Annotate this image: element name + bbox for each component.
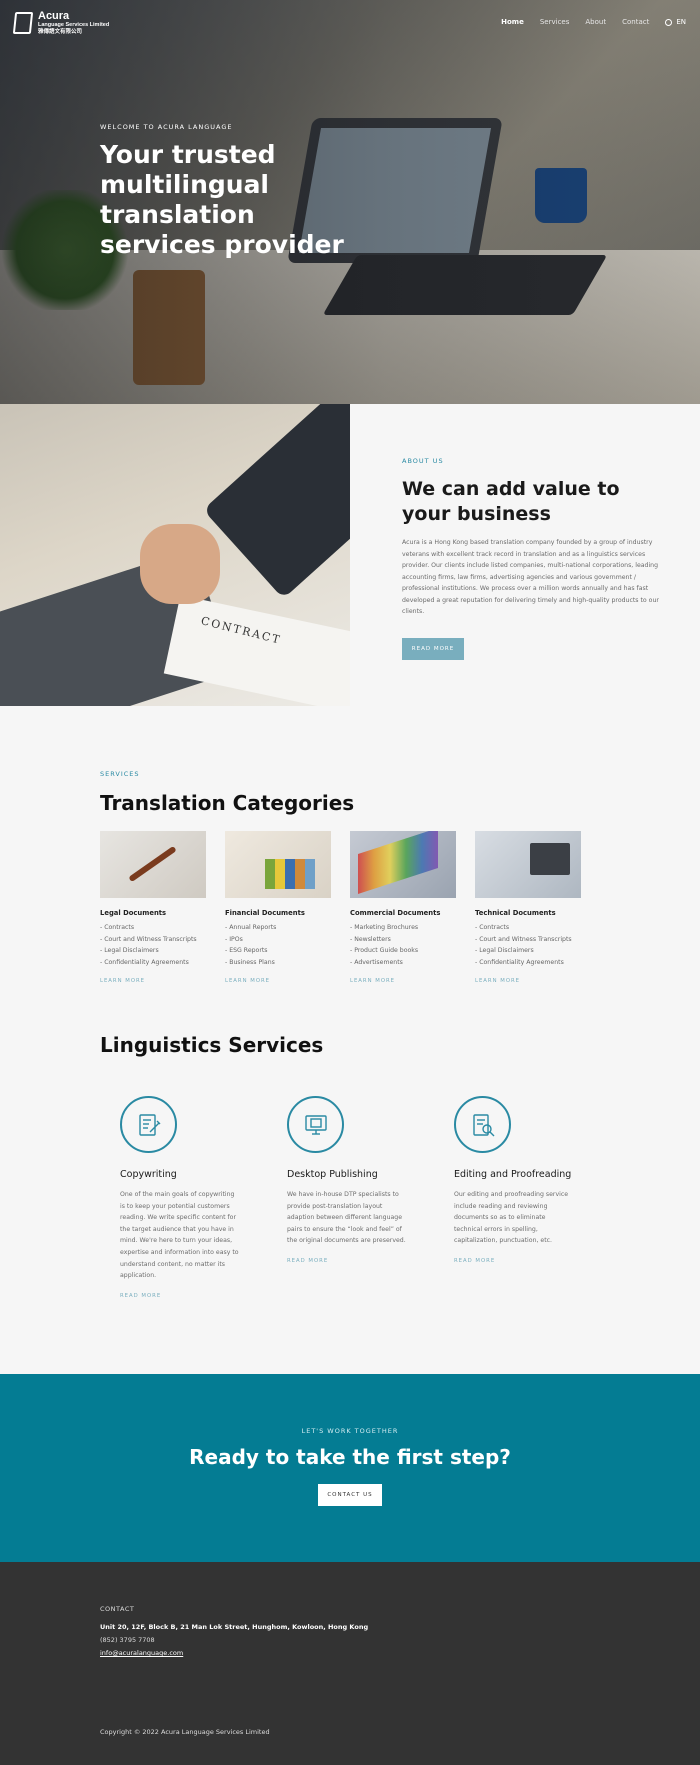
linguistics-title: Linguistics Services (100, 1033, 324, 1057)
main-nav: Home Services About Contact EN (501, 18, 686, 26)
card-title: Commercial Documents (350, 909, 441, 917)
about-title: We can add value to your business (402, 478, 620, 525)
service-cards: Legal Documents - Contracts - Court and … (100, 831, 620, 984)
footer-email-link[interactable]: info@acuralanguage.com (100, 1649, 368, 1657)
proofreading-icon (454, 1096, 511, 1153)
linguistics-card-title: Desktop Publishing (287, 1169, 378, 1180)
service-card-technical: Technical Documents - Contracts - Court … (475, 831, 581, 984)
hero-kicker: WELCOME TO ACURA LANGUAGE (100, 123, 233, 131)
copywriting-icon (120, 1096, 177, 1153)
read-more-link[interactable]: READ MORE (287, 1258, 407, 1264)
footer-contact-label: CONTACT (100, 1605, 135, 1613)
list-item: - Confidentiality Agreements (475, 958, 564, 966)
list-item: - Marketing Brochures (350, 924, 419, 931)
nav-about[interactable]: About (585, 18, 606, 26)
card-title: Technical Documents (475, 909, 556, 917)
commercial-documents-image (350, 831, 456, 898)
linguistics-card-copywriting: Copywriting One of the main goals of cop… (120, 1096, 240, 1299)
logo-tagline: Language Services Limited (38, 22, 110, 28)
cta-title: Ready to take the first step? (189, 1445, 511, 1469)
list-item: - Advertisements (350, 958, 403, 966)
list-item: - Legal Disclaimers (100, 947, 159, 955)
list-item: - Legal Disclaimers (475, 947, 534, 955)
list-item: - IPOs (225, 935, 243, 943)
about-kicker: ABOUT US (402, 457, 444, 465)
card-title: Financial Documents (225, 909, 305, 917)
list-item: - Product Guide books (350, 947, 419, 955)
linguistics-card-body: We have in-house DTP specialists to prov… (287, 1191, 406, 1245)
contact-us-button[interactable]: CONTACT US (318, 1484, 382, 1506)
logo[interactable]: Acura Language Services Limited 雅傳語文有限公司 (12, 10, 110, 36)
nav-home[interactable]: Home (501, 18, 524, 26)
globe-icon (665, 18, 673, 26)
technical-documents-image (475, 831, 581, 898)
list-item: - Contracts (100, 924, 135, 931)
footer-address: Unit 20, 12F, Block B, 21 Man Lok Street… (100, 1623, 369, 1631)
list-item: - Newsletters (350, 935, 391, 943)
list-item: - Annual Reports (225, 924, 277, 931)
logo-chinese: 雅傳語文有限公司 (38, 29, 83, 35)
footer: CONTACT Unit 20, 12F, Block B, 21 Man Lo… (0, 1562, 700, 1765)
linguistics-card-body: Our editing and proofreading service inc… (454, 1191, 569, 1245)
learn-more-link[interactable]: LEARN MORE (350, 978, 456, 984)
linguistics-section: Linguistics Services Copywriting One of … (100, 1033, 620, 1299)
cta-section: LET'S WORK TOGETHER Ready to take the fi… (0, 1374, 700, 1562)
services-kicker: SERVICES (100, 770, 140, 778)
read-more-link[interactable]: READ MORE (454, 1258, 574, 1264)
linguistics-cards: Copywriting One of the main goals of cop… (120, 1096, 574, 1299)
language-switcher[interactable]: EN (665, 18, 686, 26)
hero-section: Acura Language Services Limited 雅傳語文有限公司… (0, 0, 700, 404)
language-label: EN (676, 18, 686, 26)
list-item: - ESG Reports (225, 947, 268, 955)
logo-name: Acura (38, 10, 70, 22)
financial-documents-image (225, 831, 331, 898)
service-card-financial: Financial Documents - Annual Reports - I… (225, 831, 331, 984)
list-item: - Court and Witness Transcripts (475, 935, 572, 943)
read-more-link[interactable]: READ MORE (120, 1293, 240, 1299)
card-title: Legal Documents (100, 909, 167, 917)
logo-mark-icon (12, 12, 34, 34)
about-handshake-image: CONTRACT (0, 404, 350, 706)
learn-more-link[interactable]: LEARN MORE (475, 978, 581, 984)
legal-documents-image (100, 831, 206, 898)
footer-phone[interactable]: (852) 3795 7708 (100, 1636, 368, 1644)
card-list: - Contracts - Court and Witness Transcri… (475, 922, 581, 968)
about-body: Acura is a Hong Kong based translation c… (402, 539, 659, 615)
list-item: - Business Plans (225, 958, 275, 966)
card-list: - Annual Reports - IPOs - ESG Reports - … (225, 922, 331, 968)
list-item: - Confidentiality Agreements (100, 958, 189, 966)
learn-more-link[interactable]: LEARN MORE (225, 978, 331, 984)
list-item: - Contracts (475, 924, 510, 931)
linguistics-card-body: One of the main goals of copywriting is … (120, 1191, 239, 1280)
hero-text: WELCOME TO ACURA LANGUAGE Your trusted m… (100, 123, 370, 260)
desktop-publishing-icon (287, 1096, 344, 1153)
list-item: - Court and Witness Transcripts (100, 935, 197, 943)
linguistics-card-dtp: Desktop Publishing We have in-house DTP … (287, 1096, 407, 1299)
linguistics-card-title: Copywriting (120, 1169, 177, 1180)
learn-more-link[interactable]: LEARN MORE (100, 978, 206, 984)
services-section: SERVICES Translation Categories Legal Do… (100, 770, 620, 984)
nav-contact[interactable]: Contact (622, 18, 649, 26)
footer-copyright: Copyright © 2022 Acura Language Services… (100, 1728, 270, 1736)
linguistics-card-proofreading: Editing and Proofreading Our editing and… (454, 1096, 574, 1299)
card-list: - Contracts - Court and Witness Transcri… (100, 922, 206, 968)
cta-kicker: LET'S WORK TOGETHER (301, 1427, 399, 1435)
linguistics-card-title: Editing and Proofreading (454, 1169, 572, 1180)
services-title: Translation Categories (100, 791, 355, 815)
service-card-legal: Legal Documents - Contracts - Court and … (100, 831, 206, 984)
about-section: ABOUT US We can add value to your busine… (402, 457, 662, 660)
nav-services[interactable]: Services (540, 18, 570, 26)
service-card-commercial: Commercial Documents - Marketing Brochur… (350, 831, 456, 984)
hero-title: Your trusted multilingual translation se… (100, 140, 344, 259)
card-list: - Marketing Brochures - Newsletters - Pr… (350, 922, 456, 968)
read-more-button[interactable]: READ MORE (402, 637, 464, 660)
